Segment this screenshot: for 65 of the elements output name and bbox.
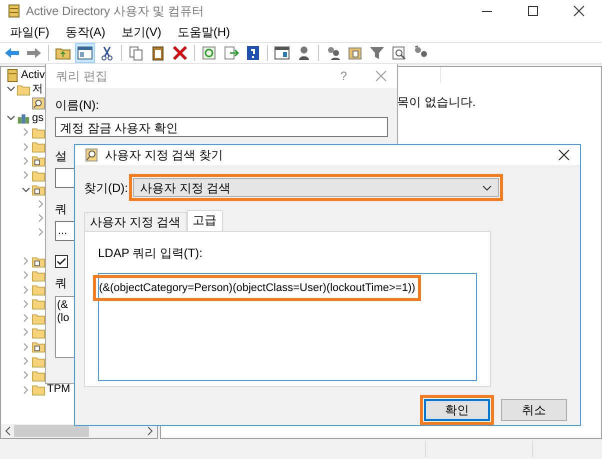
dialog-title: 쿼리 편집	[56, 68, 108, 85]
empty-message: 목이 없습니다.	[397, 94, 477, 111]
help-icon	[245, 45, 261, 61]
window-icon	[274, 45, 290, 61]
tree-item[interactable]: Activ	[21, 67, 45, 84]
folder-icon	[32, 340, 45, 354]
domain-icon	[17, 112, 30, 125]
query-icon	[32, 97, 45, 110]
tree-item[interactable]: TPM	[47, 381, 70, 398]
find-icon	[391, 45, 407, 61]
find-dropdown[interactable]: 사용자 지정 검색	[133, 178, 499, 197]
delete-icon	[172, 45, 188, 61]
field-label: 이름(N):	[55, 97, 99, 114]
ok-button[interactable]: 확인	[424, 399, 490, 421]
folder-icon	[32, 154, 45, 168]
scrollbar-thumb[interactable]	[14, 425, 89, 437]
ldap-query-text: (&(objectCategory=Person)(objectClass=User)(lockoutTime>=1))	[98, 281, 416, 296]
ou-icon	[347, 45, 363, 61]
query-text-line: (lo	[57, 312, 70, 325]
name-field[interactable]: 계정 잠금 사용자 확인	[55, 117, 388, 137]
paste-icon	[150, 45, 166, 61]
cancel-button[interactable]: 취소	[501, 399, 567, 421]
folder-icon	[32, 383, 45, 396]
toolbar-button[interactable]	[75, 43, 95, 63]
menu-item[interactable]: 보기(V)	[113, 23, 170, 41]
forward-icon	[26, 45, 42, 61]
maximize-icon[interactable]	[526, 4, 540, 18]
checkbox[interactable]	[55, 255, 68, 268]
close-icon[interactable]	[558, 149, 570, 161]
field-label: 쿼	[55, 201, 67, 218]
query-text-line: (&	[57, 299, 69, 312]
folder-icon	[17, 82, 30, 96]
pane-icon	[77, 45, 93, 61]
menu-item[interactable]: 파일(F)	[2, 23, 58, 41]
close-icon[interactable]	[572, 4, 586, 18]
menu-item[interactable]: 동작(A)	[57, 23, 114, 41]
field-label: 쿼	[55, 275, 67, 292]
window-title: Active Directory 사용자 및 컴퓨터	[26, 3, 204, 20]
console-icon	[6, 68, 19, 82]
dialog-title: 사용자 지정 검색 찾기	[105, 147, 224, 164]
scroll-left-icon[interactable]	[4, 426, 12, 436]
field-label: LDAP 쿼리 입력(T):	[98, 245, 204, 262]
refresh-icon	[201, 45, 217, 61]
field-label: 설	[55, 148, 67, 165]
filter-icon	[369, 45, 385, 61]
tab[interactable]: 사용자 지정 검색	[84, 212, 187, 231]
cut-icon	[99, 45, 115, 61]
export-icon	[223, 45, 239, 61]
folder-icon	[32, 254, 45, 268]
tree-item[interactable]: 저	[32, 81, 43, 98]
user-icon	[296, 45, 312, 61]
app-icon	[8, 4, 20, 18]
query-root-field[interactable]: ...	[55, 221, 75, 241]
tab[interactable]: 고급	[186, 210, 223, 231]
group-icon	[325, 45, 341, 61]
field-label: 찾기(D):	[84, 180, 128, 196]
back-icon	[4, 45, 20, 61]
tree-item[interactable]: gs	[32, 110, 44, 126]
menu-item[interactable]: 도움말(H)	[169, 23, 238, 41]
caret-icon	[482, 184, 492, 190]
scroll-right-icon[interactable]	[146, 426, 154, 436]
folder-icon	[32, 183, 45, 196]
toolbar-button[interactable]	[170, 43, 190, 63]
copy-icon	[128, 45, 144, 61]
find-icon	[85, 148, 99, 162]
